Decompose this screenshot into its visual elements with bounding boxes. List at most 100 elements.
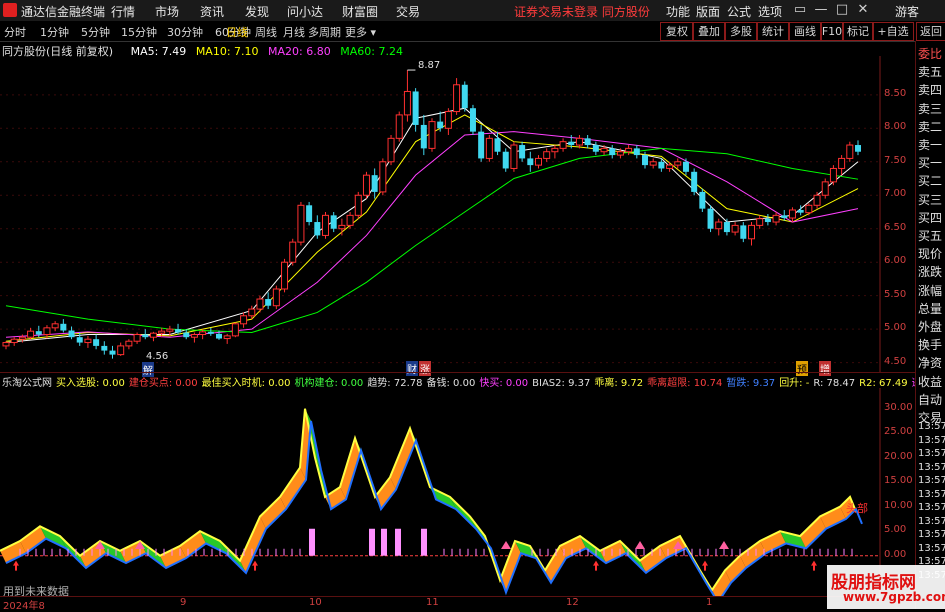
period-tab[interactable]: 分时	[4, 24, 26, 40]
quote-field: 总量	[918, 301, 943, 316]
back-button[interactable]: 返回	[916, 22, 945, 41]
candle-body	[420, 124, 427, 149]
candle-body	[543, 151, 551, 159]
candle-body	[469, 108, 476, 132]
quote-field: 卖四	[918, 83, 943, 98]
period-tab[interactable]: 5分钟	[81, 24, 110, 40]
toolbar-button[interactable]: F10	[820, 22, 844, 41]
period-tab-active[interactable]: 日线	[226, 24, 248, 40]
minimize-icon[interactable]: —	[813, 2, 829, 17]
candle-body	[2, 342, 10, 347]
menu-item[interactable]: 功能	[666, 3, 690, 20]
menu-item[interactable]: 选项	[758, 3, 782, 20]
toolbar-button[interactable]: 多股	[724, 22, 758, 41]
candle-body	[371, 175, 378, 192]
tick-time: 13:57	[918, 542, 945, 554]
menu-item[interactable]: 财富圈	[342, 3, 378, 20]
candle-body	[715, 221, 723, 230]
candle-body	[731, 224, 739, 233]
quote-field: 现价	[918, 247, 943, 262]
candle-body	[592, 145, 599, 152]
candle-body	[829, 167, 837, 183]
menu-item[interactable]: 行情	[111, 3, 135, 20]
toolbar-button[interactable]: 画线	[788, 22, 822, 41]
candle-body	[616, 151, 624, 156]
maximize-icon[interactable]: □	[834, 2, 850, 17]
candle-body	[699, 191, 706, 209]
close-icon[interactable]: ✕	[855, 2, 871, 17]
x-tick: 10	[309, 597, 322, 608]
candle-body	[403, 90, 411, 116]
menu-item[interactable]: 交易	[396, 3, 420, 20]
x-tick: 1	[706, 597, 713, 608]
top-triangle-icon	[719, 541, 729, 549]
candle-body	[649, 161, 657, 166]
period-tab[interactable]: 多周期	[308, 24, 341, 40]
candle-body	[84, 338, 92, 344]
tick-time: 13:57	[918, 434, 945, 446]
period-tab[interactable]: 30分钟	[167, 24, 203, 40]
candle-body	[207, 331, 214, 334]
candle-body	[519, 145, 526, 159]
buy-arrow-icon	[593, 560, 599, 571]
candle-body	[76, 337, 83, 343]
toolbar-button[interactable]: 统计	[756, 22, 790, 41]
candle-body	[600, 147, 608, 153]
period-more[interactable]: 更多 ▾	[345, 24, 376, 40]
toolbar-button[interactable]: 标记	[842, 22, 874, 41]
candle-body	[428, 121, 436, 149]
candle-body	[461, 84, 468, 109]
quote-field: 卖一	[918, 138, 943, 152]
candle-body	[838, 157, 846, 169]
candle-body	[658, 161, 665, 169]
candle-body	[346, 214, 354, 226]
toolbar-button[interactable]: 复权	[660, 22, 694, 41]
indicator-band	[280, 467, 306, 510]
tick-time: 13:57	[918, 488, 945, 500]
candle-body	[199, 331, 207, 336]
signal-bar	[309, 528, 315, 556]
x-tick: 11	[426, 597, 439, 608]
toolbar-button[interactable]: 叠加	[692, 22, 726, 41]
candle-body	[354, 194, 362, 216]
menu-item[interactable]: 公式	[727, 3, 751, 20]
quote-field: 净资	[918, 356, 943, 371]
candle-body	[444, 111, 452, 129]
menu-item[interactable]: 市场	[155, 3, 179, 20]
menu-item[interactable]: 版面	[696, 3, 720, 20]
candle-body	[93, 339, 100, 346]
quote-field: 买二	[918, 174, 943, 189]
guest-label[interactable]: 游客	[895, 3, 919, 20]
tick-time: 13:57	[918, 502, 945, 513]
restore-icon[interactable]: ▭	[792, 2, 808, 17]
candle-body	[559, 141, 567, 149]
quote-field: 换手	[918, 338, 943, 353]
candle-body	[551, 147, 559, 153]
candle-body	[781, 215, 788, 219]
menu-item[interactable]: 问小达	[287, 3, 323, 20]
login-notice[interactable]: 证券交易未登录 同方股份	[514, 3, 650, 20]
candle-body	[453, 84, 461, 113]
period-tab[interactable]: 月线	[283, 24, 305, 40]
candle-body	[142, 334, 149, 338]
panel-divider	[0, 372, 915, 373]
indicator-chart[interactable]	[0, 388, 915, 596]
period-tab[interactable]: 15分钟	[121, 24, 157, 40]
candle-body	[642, 155, 648, 166]
menu-item[interactable]: 发现	[245, 3, 269, 20]
candle-body	[633, 148, 640, 156]
candlestick-chart[interactable]	[0, 56, 915, 372]
tick-time: 13:57	[918, 421, 945, 432]
period-tab[interactable]: 1分钟	[40, 24, 69, 40]
indicator-tick: 10.00	[884, 499, 913, 511]
buy-arrow-icon	[811, 560, 817, 571]
candle-body	[723, 222, 730, 233]
add-watchlist-button[interactable]: +自选	[872, 22, 914, 41]
indicator-tick: 5.00	[884, 524, 907, 536]
candle-body	[175, 329, 182, 333]
candle-body	[306, 205, 313, 223]
menu-item[interactable]: 资讯	[200, 3, 224, 20]
candle-body	[166, 328, 174, 332]
period-tab[interactable]: 周线	[255, 24, 277, 40]
quote-field: 委比	[918, 47, 943, 61]
